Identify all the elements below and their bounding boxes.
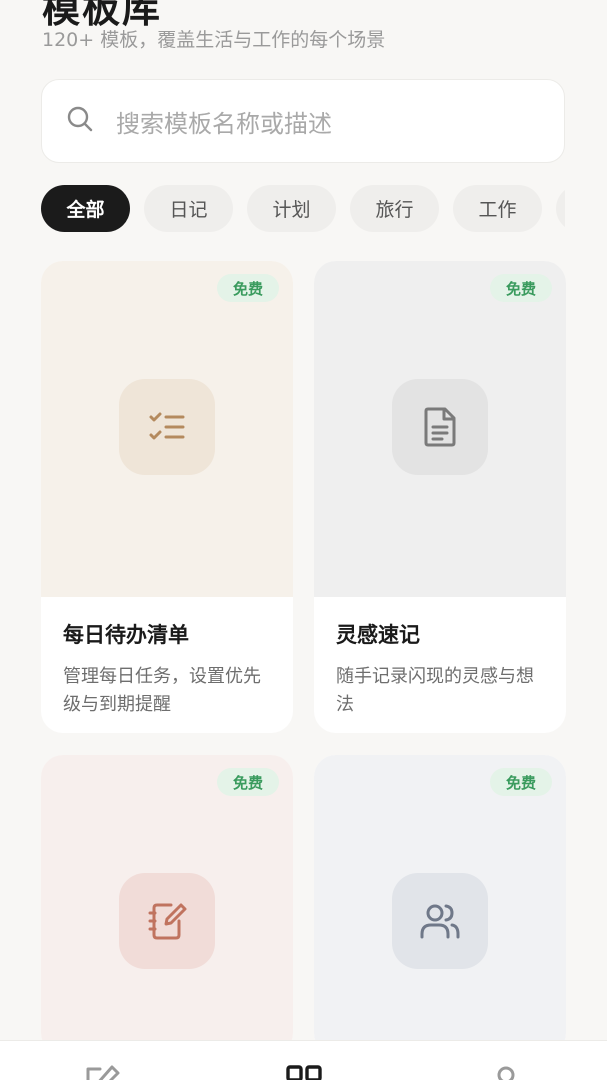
chip-travel[interactable]: 旅行 [350,185,439,232]
card-cover: 免费 [314,261,566,597]
search-placeholder: 搜索模板名称或描述 [116,109,332,138]
bottom-navigation [0,1040,607,1080]
users-icon [392,873,488,969]
free-badge: 免费 [490,768,552,796]
template-card-daily-todo[interactable]: 免费 每日待办清单 管理每日任务，设置优先级与到期提醒 [41,261,293,733]
profile-icon[interactable] [486,1063,526,1080]
chip-diary[interactable]: 日记 [144,185,233,232]
template-card-team[interactable]: 免费 [314,755,566,1055]
template-card-journal[interactable]: 免费 [41,755,293,1055]
template-card-inspiration[interactable]: 免费 灵感速记 随手记录闪现的灵感与想法 [314,261,566,733]
chip-plan[interactable]: 计划 [247,185,336,232]
card-cover: 免费 [41,755,293,1055]
search-input[interactable]: 搜索模板名称或描述 [41,79,565,163]
card-description: 管理每日任务，设置优先级与到期提醒 [63,666,261,715]
card-title: 灵感速记 [336,623,420,647]
document-icon [392,379,488,475]
page-subtitle: 120+ 模板，覆盖生活与工作的每个场景 [42,29,386,51]
free-badge: 免费 [217,768,279,796]
free-badge: 免费 [217,274,279,302]
chip-all[interactable]: 全部 [41,185,130,232]
card-cover: 免费 [314,755,566,1055]
grid-icon[interactable] [284,1063,324,1080]
search-icon [66,105,94,137]
chip-more[interactable] [556,185,565,232]
checklist-icon [119,379,215,475]
chip-work[interactable]: 工作 [453,185,542,232]
edit-icon[interactable] [82,1063,122,1080]
card-description: 随手记录闪现的灵感与想法 [336,666,534,715]
card-cover: 免费 [41,261,293,597]
free-badge: 免费 [490,274,552,302]
notebook-pen-icon [119,873,215,969]
card-title: 每日待办清单 [63,623,189,647]
category-chips: 全部 日记 计划 旅行 工作 [41,185,565,233]
